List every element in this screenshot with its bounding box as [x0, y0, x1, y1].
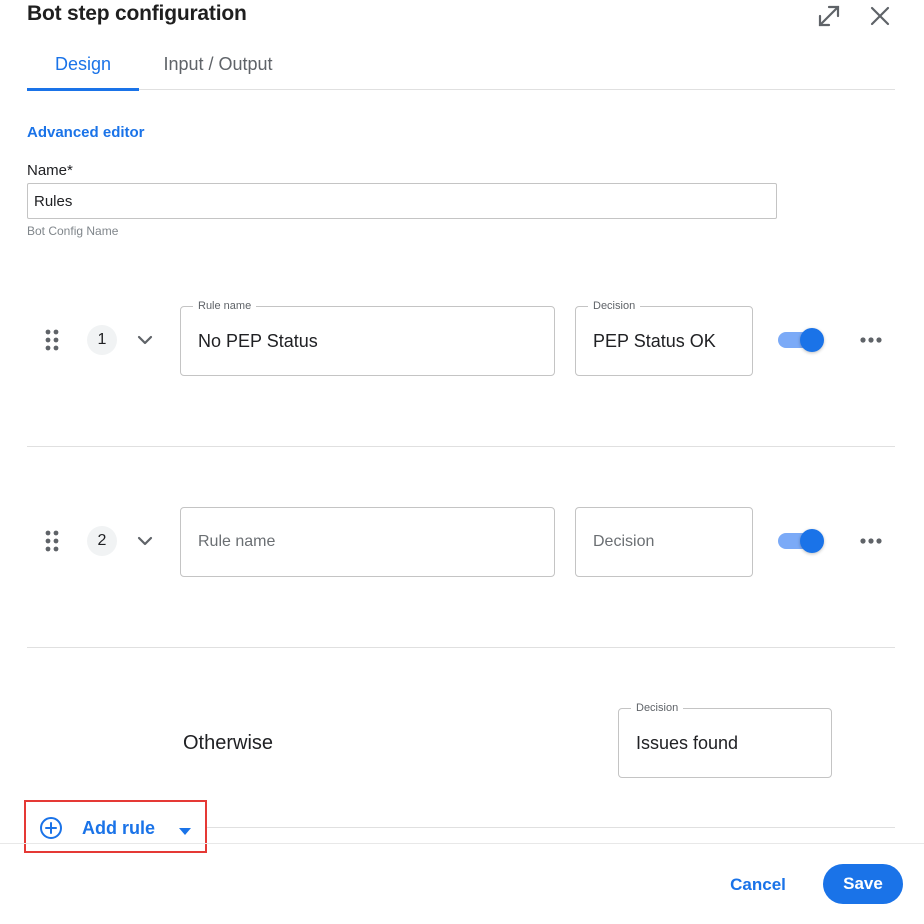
chevron-down-icon[interactable]: [135, 330, 155, 350]
advanced-editor-link[interactable]: Advanced editor: [27, 124, 145, 141]
add-rule-divider: [207, 827, 895, 828]
chevron-down-icon[interactable]: [135, 531, 155, 551]
drag-handle-icon[interactable]: [44, 328, 60, 352]
dialog-title: Bot step configuration: [27, 2, 247, 25]
name-label: Name*: [27, 162, 73, 179]
more-options-icon[interactable]: [858, 330, 884, 350]
otherwise-label: Otherwise: [183, 732, 274, 754]
decision-field[interactable]: Decision: [575, 507, 753, 577]
add-rule-button[interactable]: Add rule: [24, 800, 207, 853]
rule-number-badge: 1: [87, 325, 117, 355]
decision-value: Issues found: [636, 733, 739, 753]
rule-row-1: 1 Rule name No PEP Status Decision PEP S…: [0, 300, 924, 384]
otherwise-decision-field[interactable]: Decision Issues found: [618, 702, 832, 778]
tab-input-output[interactable]: Input / Output: [159, 40, 277, 89]
footer-divider: [0, 843, 924, 844]
close-icon[interactable]: [866, 2, 894, 30]
cancel-button[interactable]: Cancel: [720, 866, 796, 904]
rule-divider: [27, 647, 895, 648]
add-rule-label: Add rule: [82, 818, 156, 838]
rule-name-value: No PEP Status: [198, 331, 318, 351]
name-input[interactable]: [27, 183, 777, 219]
tab-bar: Design Input / Output: [27, 40, 895, 91]
name-helper-text: Bot Config Name: [27, 224, 119, 238]
rule-name-field[interactable]: Rule name: [180, 507, 555, 577]
drag-handle-icon[interactable]: [44, 529, 60, 553]
rule-enabled-toggle[interactable]: [778, 326, 826, 354]
decision-field[interactable]: Decision PEP Status OK: [575, 300, 753, 376]
decision-value: PEP Status OK: [593, 331, 716, 351]
rule-number-badge: 2: [87, 526, 117, 556]
toggle-thumb: [800, 529, 824, 553]
add-circle-icon: [39, 816, 63, 840]
rule-name-field[interactable]: Rule name No PEP Status: [180, 300, 555, 376]
save-button[interactable]: Save: [823, 864, 903, 904]
toggle-thumb: [800, 328, 824, 352]
expand-icon[interactable]: [815, 2, 843, 30]
decision-placeholder: Decision: [593, 533, 655, 550]
decision-legend: Decision: [631, 702, 684, 714]
caret-down-icon: [179, 823, 191, 835]
rule-row-2: 2 Rule name Decision: [0, 505, 924, 585]
rule-divider: [27, 446, 895, 447]
rule-name-placeholder: Rule name: [198, 533, 276, 550]
more-options-icon[interactable]: [858, 531, 884, 551]
tab-design[interactable]: Design: [27, 40, 139, 91]
rule-enabled-toggle[interactable]: [778, 527, 826, 555]
rule-name-legend: Rule name: [193, 300, 257, 312]
decision-legend: Decision: [588, 300, 641, 312]
